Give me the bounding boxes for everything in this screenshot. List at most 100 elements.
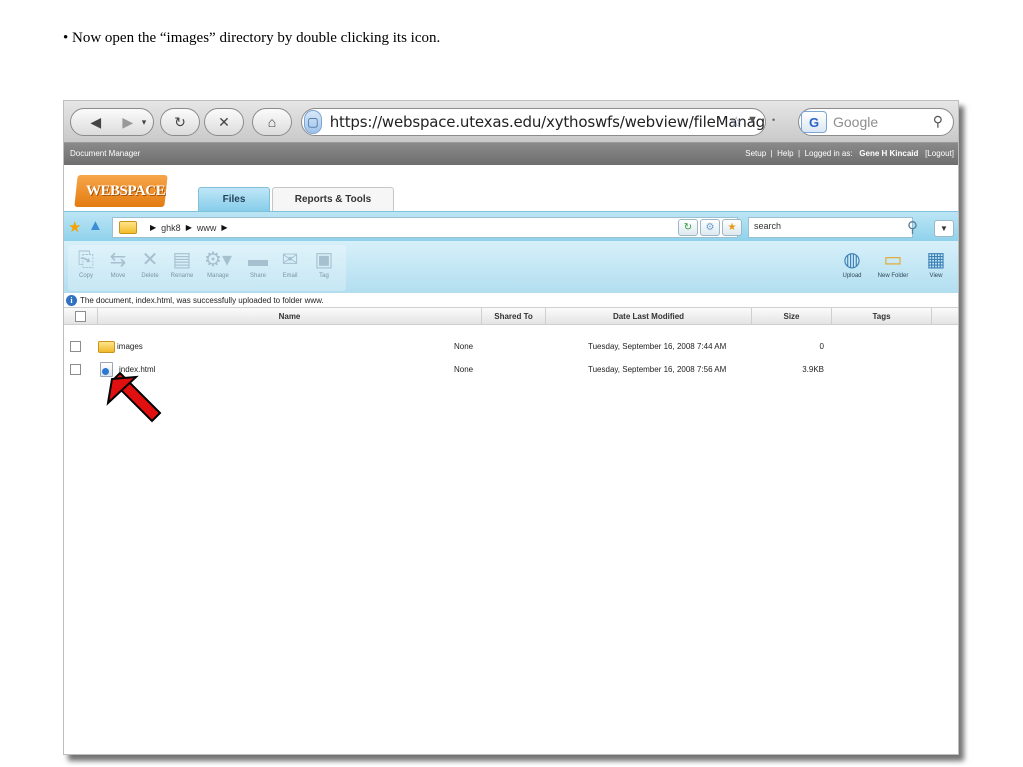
tool-label: Manage xyxy=(207,273,229,279)
path-actions: ↻ ⚙ ★ xyxy=(678,219,742,236)
row-size: 0 xyxy=(819,342,824,351)
stop-icon: ✕ xyxy=(218,113,230,130)
tool-label: Rename xyxy=(170,273,194,279)
settings-gear-icon[interactable]: ⚙ xyxy=(700,219,720,236)
upload-button[interactable]: ◍ Upload xyxy=(836,247,868,279)
row-checkbox-cell xyxy=(70,359,81,381)
move-button[interactable]: ⇆ Move xyxy=(102,247,134,279)
url-dropdown-icon[interactable]: ▼ xyxy=(747,114,758,126)
separator-dot: • xyxy=(772,115,776,125)
manage-icon: ⚙▾ xyxy=(204,249,232,271)
tool-label: New Folder xyxy=(877,273,909,279)
upload-icon: ◍ xyxy=(843,249,861,271)
row-checkbox[interactable] xyxy=(70,364,81,376)
view-button[interactable]: ▦ View xyxy=(920,247,952,279)
copy-icon: ⎘ xyxy=(78,249,94,271)
instruction-text: • Now open the “images” directory by dou… xyxy=(63,30,441,46)
document-manager-bar: Document Manager Setup | Help | Logged i… xyxy=(64,143,958,165)
folder-icon[interactable] xyxy=(98,340,115,353)
rename-button[interactable]: ▤ Rename xyxy=(166,247,198,279)
user-name: Gene H Kincaid xyxy=(859,149,919,158)
tool-label: Email xyxy=(282,273,298,279)
logo-text: WEBSPACE xyxy=(86,183,166,199)
separator: | xyxy=(770,149,773,158)
info-icon: i xyxy=(66,294,77,306)
select-all-cell xyxy=(64,308,98,325)
favorite-add-icon[interactable]: ★ xyxy=(722,219,742,236)
search-icon[interactable]: ⚲ xyxy=(933,113,943,130)
up-folder-icon[interactable]: ▲ xyxy=(88,217,103,234)
column-header-size[interactable]: Size xyxy=(752,308,832,325)
email-button[interactable]: ✉ Email xyxy=(274,247,306,279)
reload-button[interactable]: ↻ xyxy=(160,108,200,136)
back-icon[interactable]: ◀ xyxy=(78,114,114,131)
move-icon: ⇆ xyxy=(109,249,127,271)
brand-area: WEBSPACE Files Reports & Tools xyxy=(64,165,958,211)
search-go-icon[interactable]: ⚲ xyxy=(907,218,918,236)
forward-icon[interactable]: ▶ xyxy=(114,114,142,131)
tool-label: Move xyxy=(110,273,126,279)
new-folder-button[interactable]: ▭ New Folder xyxy=(872,247,914,279)
search-options-dropdown-icon[interactable]: ▼ xyxy=(934,220,954,237)
file-search-input[interactable]: search xyxy=(748,217,913,238)
browser-search-placeholder: Google xyxy=(833,114,879,130)
row-checkbox-cell xyxy=(70,336,81,358)
select-all-checkbox[interactable] xyxy=(75,311,86,323)
tab-reports-tools[interactable]: Reports & Tools xyxy=(272,187,394,211)
view-icon: ▦ xyxy=(926,249,946,271)
row-shared: None xyxy=(454,365,474,374)
site-identity-icon[interactable]: ▢ xyxy=(304,110,322,134)
red-arrow-pointer xyxy=(106,371,162,423)
browser-toolbar: ◀ ▶ ▾ ↻ ✕ ⌂ ▢ https://webspace.utexas.ed… xyxy=(64,101,958,143)
column-header-name[interactable]: Name xyxy=(98,308,482,325)
home-button[interactable]: ⌂ xyxy=(252,108,292,136)
url-text: https://webspace.utexas.edu/xythoswfs/we… xyxy=(329,113,765,131)
help-link[interactable]: Help xyxy=(777,149,793,158)
breadcrumb-item-ghk8[interactable]: ghk8 xyxy=(161,223,181,233)
rename-icon: ▤ xyxy=(172,249,192,271)
table-row[interactable]: images None Tuesday, September 16, 2008 … xyxy=(64,336,958,358)
address-bar[interactable]: ▢ https://webspace.utexas.edu/xythoswfs/… xyxy=(301,108,766,136)
row-modified: Tuesday, September 16, 2008 7:44 AM xyxy=(588,342,727,351)
tool-label: View xyxy=(929,273,943,279)
row-checkbox[interactable] xyxy=(70,341,81,353)
tag-button[interactable]: ▣ Tag xyxy=(308,247,340,279)
column-header-shared[interactable]: Shared To xyxy=(482,308,546,325)
row-name[interactable]: images xyxy=(117,342,143,351)
share-button[interactable]: ▬ Share xyxy=(242,247,274,279)
delete-button[interactable]: ✕ Delete xyxy=(134,247,166,279)
bookmark-star-icon[interactable]: ☆ xyxy=(730,113,743,131)
search-engine-icon[interactable]: G xyxy=(801,111,827,133)
browser-search-bar[interactable]: G Google ⚲ xyxy=(798,108,954,136)
column-header-modified[interactable]: Date Last Modified xyxy=(546,308,752,325)
row-modified: Tuesday, September 16, 2008 7:56 AM xyxy=(588,365,727,374)
crumb-arrow-icon: ▶ xyxy=(150,223,157,232)
history-dropdown-icon[interactable]: ▾ xyxy=(142,117,147,128)
manage-button[interactable]: ⚙▾ Manage xyxy=(202,247,234,279)
logout-link[interactable]: [Logout] xyxy=(925,149,954,158)
action-toolbar: ⎘ Copy ⇆ Move ✕ Delete ▤ Rename ⚙▾ Manage ▬ Sh… xyxy=(64,241,958,293)
row-shared: None xyxy=(454,342,474,351)
home-icon: ⌂ xyxy=(267,114,277,130)
folder-open-icon[interactable] xyxy=(119,221,137,234)
browser-screenshot: ◀ ▶ ▾ ↻ ✕ ⌂ ▢ https://webspace.utexas.ed… xyxy=(63,100,959,755)
stop-button[interactable]: ✕ xyxy=(204,108,244,136)
back-forward-group: ◀ ▶ ▾ xyxy=(70,108,154,136)
email-icon: ✉ xyxy=(281,249,299,271)
breadcrumb-item-www[interactable]: www xyxy=(197,223,217,233)
tab-files[interactable]: Files xyxy=(198,187,270,211)
tool-label: Delete xyxy=(141,273,159,279)
refresh-icon[interactable]: ↻ xyxy=(678,219,698,236)
crumb-arrow-icon: ▶ xyxy=(221,223,228,232)
table-row[interactable]: index.html None Tuesday, September 16, 2… xyxy=(64,359,958,381)
new-folder-icon: ▭ xyxy=(883,249,903,271)
favorites-star-icon[interactable]: ★ xyxy=(68,218,81,236)
setup-link[interactable]: Setup xyxy=(745,149,766,158)
column-header-tags[interactable]: Tags xyxy=(832,308,932,325)
copy-button[interactable]: ⎘ Copy xyxy=(70,247,102,279)
path-bar: ★ ▲ ▶ ghk8 ▶ www ▶ ↻ ⚙ ★ search ⚲ ▼ xyxy=(64,211,958,241)
logged-in-label: Logged in as: xyxy=(804,149,853,158)
row-size: 3.9KB xyxy=(802,365,824,374)
crumb-arrow-icon: ▶ xyxy=(185,223,192,232)
tool-label: Share xyxy=(249,273,266,279)
